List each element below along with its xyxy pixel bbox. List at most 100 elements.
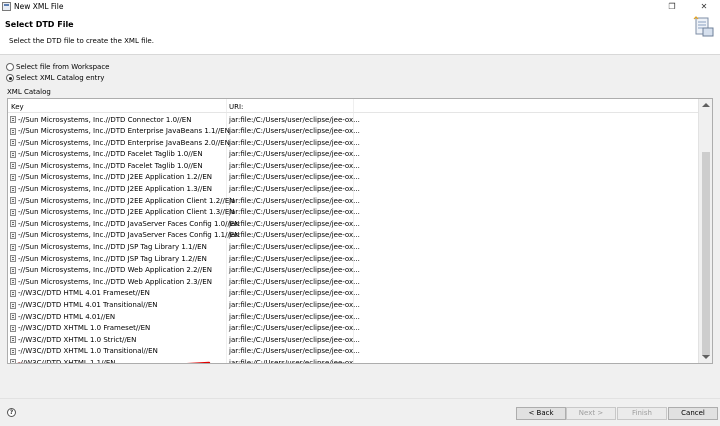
catalog-entry-icon [10,313,16,321]
vertical-scrollbar[interactable] [698,99,712,363]
row-key: -//W3C//DTD HTML 4.01 Frameset//EN [18,289,150,298]
row-uri: jar:file:/C:/Users/user/eclipse/jee-ox..… [229,312,360,321]
table-row[interactable]: -//Sun Microsystems, Inc.//DTD JSP Tag L… [8,253,698,265]
window-title: New XML File [14,2,64,11]
row-uri: jar:file:/C:/Users/user/eclipse/jee-ox..… [229,358,360,364]
xml-catalog-table[interactable]: Key URI: -//Sun Microsystems, Inc.//DTD … [7,98,713,364]
catalog-option-label[interactable]: Select XML Catalog entry [16,74,104,82]
row-key: -//Sun Microsystems, Inc.//DTD J2EE Appl… [18,208,235,217]
table-row[interactable]: -//Sun Microsystems, Inc.//DTD JavaServe… [8,218,698,230]
catalog-entry-icon [10,359,16,363]
row-key: -//Sun Microsystems, Inc.//DTD J2EE Appl… [18,173,213,182]
footer-separator [0,398,720,399]
table-row[interactable]: -//Sun Microsystems, Inc.//DTD Enterpris… [8,126,698,138]
wizard-header: Select DTD File Select the DTD file to c… [0,13,720,55]
workspace-option-label[interactable]: Select file from Workspace [16,63,109,71]
row-uri: jar:file:/C:/Users/user/eclipse/jee-ox..… [229,173,360,182]
table-row[interactable]: -//W3C//DTD XHTML 1.0 Transitional//EN ja… [8,346,698,358]
row-uri: jar:file:/C:/Users/user/eclipse/jee-ox..… [229,277,360,286]
row-uri: jar:file:/C:/Users/user/eclipse/jee-ox..… [229,150,360,159]
row-uri: jar:file:/C:/Users/user/eclipse/jee-ox..… [229,127,360,136]
back-button[interactable]: < Back [516,407,566,420]
row-key: -//Sun Microsystems, Inc.//DTD Facelet T… [18,150,203,159]
scrollbar-thumb[interactable] [702,152,710,356]
row-key: -//Sun Microsystems, Inc.//DTD J2EE Appl… [18,196,235,205]
column-header-uri[interactable]: URI: [229,103,243,111]
catalog-entry-icon [10,197,16,205]
catalog-entry-icon [10,243,16,251]
table-row[interactable]: -//Sun Microsystems, Inc.//DTD J2EE Appl… [8,172,698,184]
row-key: -//Sun Microsystems, Inc.//DTD JSP Tag L… [18,243,207,252]
table-row[interactable]: -//Sun Microsystems, Inc.//DTD Web Appli… [8,265,698,277]
catalog-entry-icon [10,336,16,344]
table-header: Key URI: [8,99,698,113]
row-key: -//W3C//DTD HTML 4.01 Transitional//EN [18,301,158,309]
catalog-option[interactable]: Select XML Catalog entry [6,73,104,83]
table-body: -//Sun Microsystems, Inc.//DTD Connector… [8,114,698,364]
scroll-down-icon[interactable] [702,355,710,359]
table-row[interactable]: -//W3C//DTD XHTML 1.0 Strict//EN jar:file… [8,334,698,346]
row-uri: jar:file:/C:/Users/user/eclipse/jee-ox..… [229,161,360,170]
table-row[interactable]: -//Sun Microsystems, Inc.//DTD J2EE Appl… [8,207,698,219]
row-key: -//Sun Microsystems, Inc.//DTD J2EE Appl… [18,185,213,194]
table-row[interactable]: -//Sun Microsystems, Inc.//DTD Enterpris… [8,137,698,149]
close-icon[interactable]: ✕ [688,0,720,13]
catalog-entry-icon [10,150,16,158]
window-titlebar: New XML File ❐ ✕ [0,0,720,13]
row-uri: jar:file:/C:/Users/user/eclipse/jee-ox..… [229,219,360,228]
catalog-entry-icon [10,220,16,228]
row-uri: jar:file:/C:/Users/user/eclipse/jee-ox..… [229,208,360,217]
row-key: -//Sun Microsystems, Inc.//DTD JSP Tag L… [18,254,207,263]
row-uri: jar:file:/C:/Users/user/eclipse/jee-ox..… [229,301,360,309]
row-key: -//Sun Microsystems, Inc.//DTD JavaServe… [18,231,240,240]
row-uri: jar:file:/C:/Users/user/eclipse/jee-ox..… [229,196,360,205]
table-row[interactable]: -//Sun Microsystems, Inc.//DTD Facelet T… [8,160,698,172]
catalog-entry-icon [10,278,16,286]
column-header-key[interactable]: Key [11,103,24,111]
row-key: -//W3C//DTD XHTML 1.0 Frameset//EN [18,324,151,333]
table-row[interactable]: -//W3C//DTD XHTML 1.0 Frameset//EN jar:fi… [8,323,698,335]
finish-button[interactable]: Finish [617,407,667,420]
row-key: -//Sun Microsystems, Inc.//DTD JavaServe… [18,219,240,228]
table-row[interactable]: -//Sun Microsystems, Inc.//DTD JavaServe… [8,230,698,242]
cancel-button[interactable]: Cancel [668,407,718,420]
catalog-radio[interactable] [6,74,14,82]
next-button[interactable]: Next > [566,407,616,420]
row-key: -//W3C//DTD XHTML 1.0 Strict//EN [18,335,137,344]
scroll-up-icon[interactable] [702,103,710,107]
row-uri: jar:file:/C:/Users/user/eclipse/jee-ox..… [229,324,360,333]
catalog-entry-icon [10,162,16,170]
table-row[interactable]: -//Sun Microsystems, Inc.//DTD JSP Tag L… [8,242,698,254]
page-description: Select the DTD file to create the XML fi… [9,37,154,45]
catalog-entry-icon [10,116,16,123]
row-key: -//W3C//DTD XHTML 1.1//EN [18,358,116,364]
row-key: -//Sun Microsystems, Inc.//DTD Enterpris… [18,127,230,136]
row-key: -//W3C//DTD XHTML 1.0 Transitional//EN [18,347,158,356]
row-uri: jar:file:/C:/Users/user/eclipse/jee-ox..… [229,254,360,263]
row-uri: jar:file:/C:/Users/user/eclipse/jee-ox..… [229,115,360,124]
restore-icon[interactable]: ❐ [656,0,688,13]
row-uri: jar:file:/C:/Users/user/eclipse/jee-ox..… [229,185,360,194]
workspace-radio[interactable] [6,63,14,71]
row-uri: jar:file:/C:/Users/user/eclipse/jee-ox..… [229,266,360,275]
workspace-option[interactable]: Select file from Workspace [6,62,109,72]
catalog-entry-icon [10,255,16,263]
help-icon[interactable]: ? [7,408,16,417]
table-row[interactable]: -//W3C//DTD HTML 4.01 Transitional//EN ja… [8,300,698,312]
catalog-entry-icon [10,266,16,274]
xml-catalog-label: XML Catalog [7,88,51,96]
catalog-entry-icon [10,173,16,181]
table-row[interactable]: -//W3C//DTD XHTML 1.1//EN jar:file:/C:/Us… [8,357,698,364]
row-key: -//W3C//DTD HTML 4.01//EN [18,312,116,321]
page-title: Select DTD File [5,20,74,29]
table-row[interactable]: -//Sun Microsystems, Inc.//DTD J2EE Appl… [8,195,698,207]
table-row[interactable]: -//Sun Microsystems, Inc.//DTD Web Appli… [8,276,698,288]
catalog-entry-icon [10,185,16,193]
table-row[interactable]: -//Sun Microsystems, Inc.//DTD J2EE Appl… [8,184,698,196]
table-row[interactable]: -//W3C//DTD HTML 4.01 Frameset//EN jar:fi… [8,288,698,300]
table-row[interactable]: -//Sun Microsystems, Inc.//DTD Connector… [8,114,698,126]
catalog-entry-icon [10,289,16,297]
table-row[interactable]: -//W3C//DTD HTML 4.01//EN jar:file:/C:/Us… [8,311,698,323]
row-key: -//Sun Microsystems, Inc.//DTD Web Appli… [18,266,212,275]
table-row[interactable]: -//Sun Microsystems, Inc.//DTD Facelet T… [8,149,698,161]
